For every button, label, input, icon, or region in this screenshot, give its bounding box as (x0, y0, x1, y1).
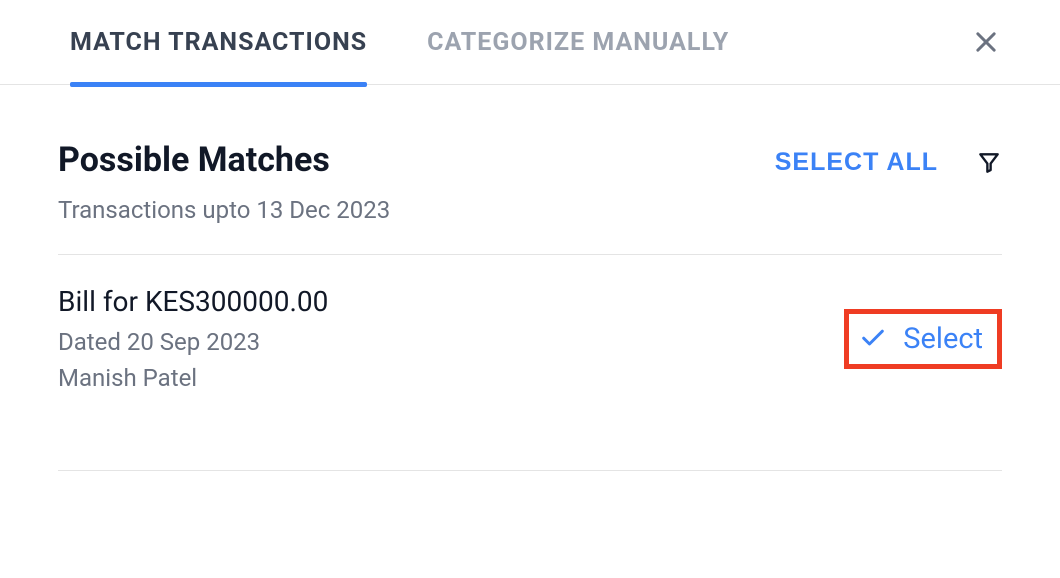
header-right: SELECT ALL (775, 140, 1002, 177)
match-item-date: Dated 20 Sep 2023 (58, 328, 328, 356)
tab-categorize-manually[interactable]: CATEGORIZE MANUALLY (427, 0, 729, 85)
match-item-details: Bill for KES300000.00 Dated 20 Sep 2023 … (58, 285, 328, 392)
filter-icon (976, 150, 1002, 176)
check-icon (859, 323, 887, 355)
select-button-label: Select (903, 322, 983, 356)
close-button[interactable] (972, 28, 1000, 56)
select-all-button[interactable]: SELECT ALL (775, 148, 938, 177)
close-icon (972, 28, 1000, 56)
match-item-person: Manish Patel (58, 364, 328, 392)
tab-match-transactions[interactable]: MATCH TRANSACTIONS (70, 0, 367, 85)
match-item: Bill for KES300000.00 Dated 20 Sep 2023 … (58, 255, 1002, 471)
filter-button[interactable] (976, 150, 1002, 176)
tab-bar: MATCH TRANSACTIONS CATEGORIZE MANUALLY (0, 0, 1060, 85)
match-item-title: Bill for KES300000.00 (58, 285, 328, 318)
header-row: Possible Matches Transactions upto 13 De… (58, 140, 1002, 224)
select-button[interactable]: Select (844, 309, 1002, 369)
header-left: Possible Matches Transactions upto 13 De… (58, 140, 390, 224)
content-area: Possible Matches Transactions upto 13 De… (0, 85, 1060, 471)
page-title: Possible Matches (58, 140, 390, 180)
page-subtitle: Transactions upto 13 Dec 2023 (58, 196, 390, 224)
